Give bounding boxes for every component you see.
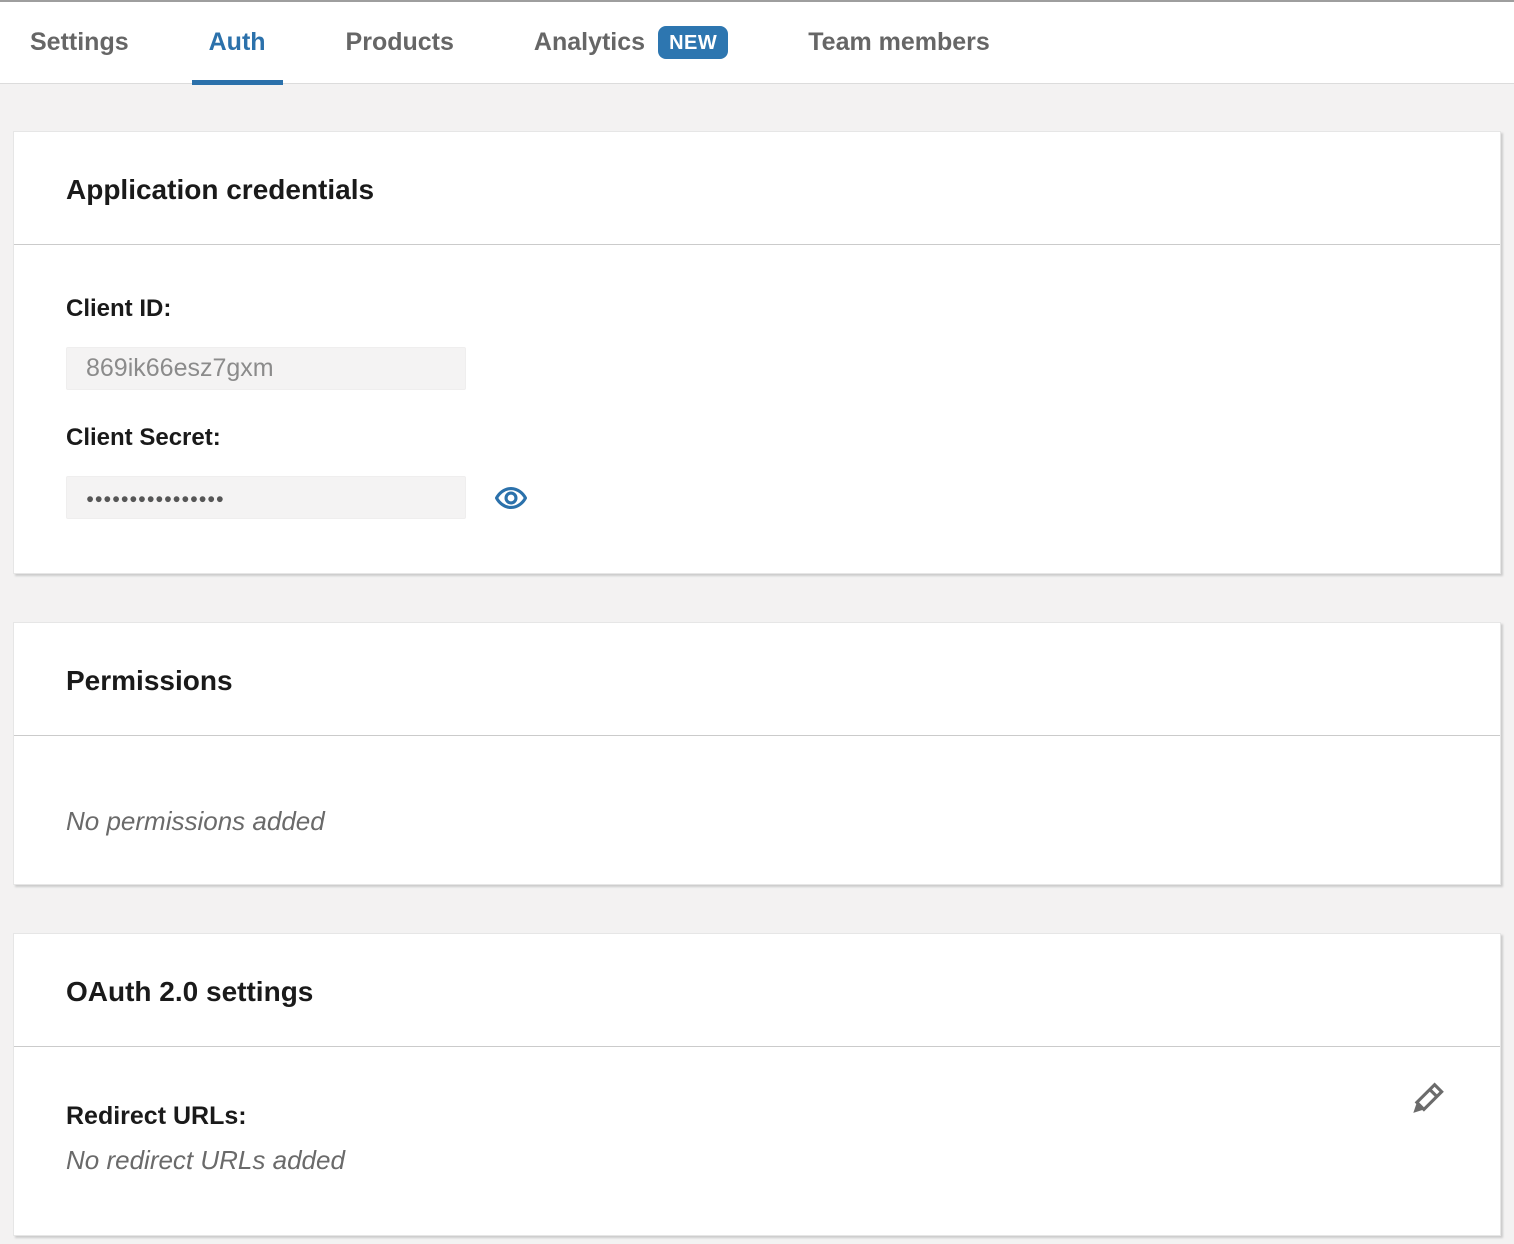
permissions-body: No permissions added	[14, 736, 1500, 884]
tab-analytics[interactable]: Analytics NEW	[517, 2, 745, 83]
client-secret-label: Client Secret:	[66, 424, 1448, 452]
edit-redirect-urls-button[interactable]	[1402, 1079, 1448, 1125]
oauth-settings-body: Redirect URLs: No redirect URLs added	[14, 1047, 1500, 1235]
tab-products[interactable]: Products	[329, 2, 471, 83]
permissions-card: Permissions No permissions added	[13, 622, 1501, 885]
tab-products-label: Products	[346, 28, 454, 57]
toggle-secret-visibility-button[interactable]	[494, 481, 528, 515]
tab-auth-label: Auth	[209, 28, 266, 57]
tab-team-members[interactable]: Team members	[791, 2, 1007, 83]
oauth-settings-card: OAuth 2.0 settings Redirect URLs: No red…	[13, 933, 1501, 1236]
permissions-header: Permissions	[14, 623, 1500, 736]
application-credentials-body: Client ID: 869ik66esz7gxm Client Secret:…	[14, 245, 1500, 573]
client-id-field[interactable]: 869ik66esz7gxm	[66, 347, 466, 390]
eye-icon	[494, 481, 528, 515]
tab-settings[interactable]: Settings	[13, 2, 146, 83]
permissions-title: Permissions	[66, 665, 1448, 697]
tab-team-members-label: Team members	[808, 28, 990, 57]
tab-auth[interactable]: Auth	[192, 2, 283, 83]
redirect-urls-empty-text: No redirect URLs added	[66, 1145, 1448, 1175]
application-credentials-title: Application credentials	[66, 174, 1448, 206]
tab-settings-label: Settings	[30, 28, 129, 57]
application-credentials-header: Application credentials	[14, 132, 1500, 245]
client-secret-row: ●●●●●●●●●●●●●●●●	[66, 476, 1448, 519]
oauth-settings-title: OAuth 2.0 settings	[66, 976, 1448, 1008]
new-badge: NEW	[658, 26, 728, 59]
client-secret-field[interactable]: ●●●●●●●●●●●●●●●●	[66, 476, 466, 519]
client-id-value: 869ik66esz7gxm	[86, 354, 274, 383]
page-content: Application credentials Client ID: 869ik…	[0, 131, 1514, 1236]
client-secret-masked-value: ●●●●●●●●●●●●●●●●	[86, 489, 224, 506]
client-id-label: Client ID:	[66, 295, 1448, 323]
tab-bar: Settings Auth Products Analytics NEW Tea…	[0, 2, 1514, 84]
permissions-empty-text: No permissions added	[66, 806, 1448, 836]
oauth-settings-header: OAuth 2.0 settings	[14, 934, 1500, 1047]
application-credentials-card: Application credentials Client ID: 869ik…	[13, 131, 1501, 574]
tab-analytics-label: Analytics	[534, 28, 645, 57]
redirect-urls-label: Redirect URLs:	[66, 1101, 1448, 1131]
pencil-icon	[1402, 1079, 1448, 1125]
